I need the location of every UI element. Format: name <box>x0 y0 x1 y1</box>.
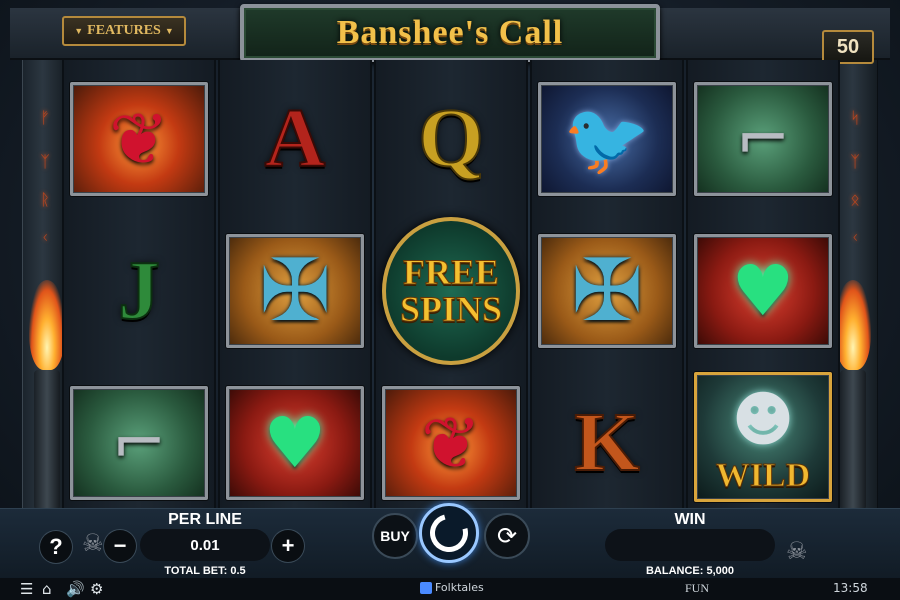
right-torch-icon <box>840 370 866 510</box>
folktales-logo-icon <box>420 581 432 594</box>
reel-1: ❦ J ⌐ <box>62 60 216 510</box>
celtic-cross-symbol: ✠ <box>226 234 364 348</box>
triangle-down-icon: ▼ <box>74 26 84 36</box>
celtic-cross-symbol: ✠ <box>538 234 676 348</box>
heart-ring-icon: ♥ <box>263 402 327 484</box>
sound-icon[interactable]: 🔊 <box>66 580 85 598</box>
triangle-down-icon: ▼ <box>164 26 174 36</box>
torch-flame-icon <box>29 280 65 370</box>
clock: 13:58 <box>833 581 868 595</box>
increase-bet-button[interactable]: + <box>272 530 304 562</box>
torch-flame-icon <box>835 280 871 370</box>
rose-symbol: ❦ <box>382 386 520 500</box>
rune-icon: ᚲ <box>40 228 50 247</box>
reel-symbol: ❦ <box>70 82 208 196</box>
celtic-cross-icon: ✠ <box>258 241 332 341</box>
reel-5: ⌐ ♥ ☻ WILD <box>686 60 840 510</box>
per-line-value: 0.01 <box>140 529 270 561</box>
reel-symbol: ✠ <box>538 234 676 348</box>
letter-a-symbol: A <box>264 92 327 185</box>
free-spins-scatter-symbol: FREE SPINS <box>382 217 520 365</box>
game-title-plaque: Banshee's Call <box>240 4 660 62</box>
reel-symbol: A <box>226 82 364 196</box>
rose-icon: ❦ <box>420 401 482 485</box>
reel-2: A ✠ ♥ <box>218 60 372 510</box>
system-bar: ☰ ⌂ 🔊 ⚙ Folktales FUN 13:58 <box>0 578 900 600</box>
celtic-cross-icon: ✠ <box>570 241 644 341</box>
per-line-label: PER LINE <box>168 511 242 528</box>
reel-symbol: 🐦 <box>538 82 676 196</box>
reel-symbol: ☻ WILD <box>694 372 832 502</box>
autoplay-icon: ⟳ <box>496 522 518 550</box>
buy-feature-button[interactable]: BUY <box>372 513 418 559</box>
pistol-symbol: ⌐ <box>70 386 208 500</box>
reel-4: 🐦 ✠ K <box>530 60 684 510</box>
reel-3: Q FREE SPINS ❦ <box>374 60 528 510</box>
free-spins-line-1: FREE <box>402 252 499 293</box>
reel-symbol: Q <box>382 82 520 196</box>
wild-label: WILD <box>715 457 811 495</box>
pistol-symbol: ⌐ <box>694 82 832 196</box>
slot-game-screen: ᚠ ᛉ ᚱ ᚲ ᛋ ᛉ ᛟ ᚲ ▼ FEATURES ▼ Banshee's C… <box>0 0 900 600</box>
reel-symbol: J <box>70 234 208 348</box>
claddagh-ring-symbol: ♥ <box>226 386 364 500</box>
balance-text: BALANCE: 5,000 <box>645 565 735 577</box>
win-value <box>605 529 775 561</box>
rose-icon: ❦ <box>108 97 170 181</box>
heart-ring-icon: ♥ <box>731 250 795 332</box>
features-button[interactable]: ▼ FEATURES ▼ <box>62 16 186 46</box>
provider-brand: Folktales <box>420 581 484 594</box>
total-bet-text: TOTAL BET: 0.5 <box>164 565 246 577</box>
claddagh-ring-symbol: ♥ <box>694 234 832 348</box>
left-torch-icon <box>34 370 60 510</box>
spin-button[interactable] <box>419 503 479 563</box>
reel-symbol: K <box>538 386 676 500</box>
reel-symbol: ⌐ <box>70 386 208 500</box>
game-mode: FUN <box>685 581 710 595</box>
pistol-icon: ⌐ <box>735 100 791 177</box>
banshee-portrait-icon: ☻ <box>731 385 795 455</box>
reel-grid: ❦ J ⌐ A ✠ ♥ Q FREE SPINS ❦ 🐦 ✠ K ⌐ ♥ ☻ W… <box>62 60 840 510</box>
menu-icon[interactable]: ☰ <box>20 580 33 598</box>
wild-symbol: ☻ WILD <box>694 372 832 502</box>
rune-icon: ᛉ <box>40 152 50 171</box>
reel-symbol: ♥ <box>226 386 364 500</box>
letter-j-symbol: J <box>117 244 161 337</box>
rune-icon: ᚠ <box>40 108 50 127</box>
raven-symbol: 🐦 <box>538 82 676 196</box>
letter-q-symbol: Q <box>417 92 484 185</box>
rose-symbol: ❦ <box>70 82 208 196</box>
skull-icon: ☠ <box>82 529 104 557</box>
features-label: FEATURES <box>87 23 161 38</box>
reel-symbol: ⌐ <box>694 82 832 196</box>
home-icon[interactable]: ⌂ <box>42 580 52 598</box>
skull-icon: ☠ <box>786 537 808 565</box>
reel-symbol: ✠ <box>226 234 364 348</box>
turbo-icon[interactable]: ⚙ <box>90 580 103 598</box>
free-spins-line-2: SPINS <box>399 289 503 329</box>
reel-symbol: FREE SPINS <box>382 217 520 365</box>
provider-name: Folktales <box>435 581 484 594</box>
reel-symbol: ♥ <box>694 234 832 348</box>
decrease-bet-button[interactable]: − <box>104 530 136 562</box>
autoplay-button[interactable]: ⟳ <box>484 513 530 559</box>
reel-symbol: ❦ <box>382 386 520 500</box>
raven-icon: 🐦 <box>563 98 651 180</box>
spin-icon <box>423 507 475 559</box>
paylines-count: 50 <box>822 30 874 64</box>
win-label: WIN <box>674 511 706 528</box>
rune-icon: ᚱ <box>40 190 50 209</box>
control-panel: ☠ ☠ ? PER LINE 0.01 − + TOTAL BET: 0.5 B… <box>0 503 900 579</box>
letter-k-symbol: K <box>573 396 640 489</box>
pistol-icon: ⌐ <box>111 404 167 481</box>
game-title: Banshee's Call <box>336 14 564 51</box>
help-button[interactable]: ? <box>40 531 72 563</box>
